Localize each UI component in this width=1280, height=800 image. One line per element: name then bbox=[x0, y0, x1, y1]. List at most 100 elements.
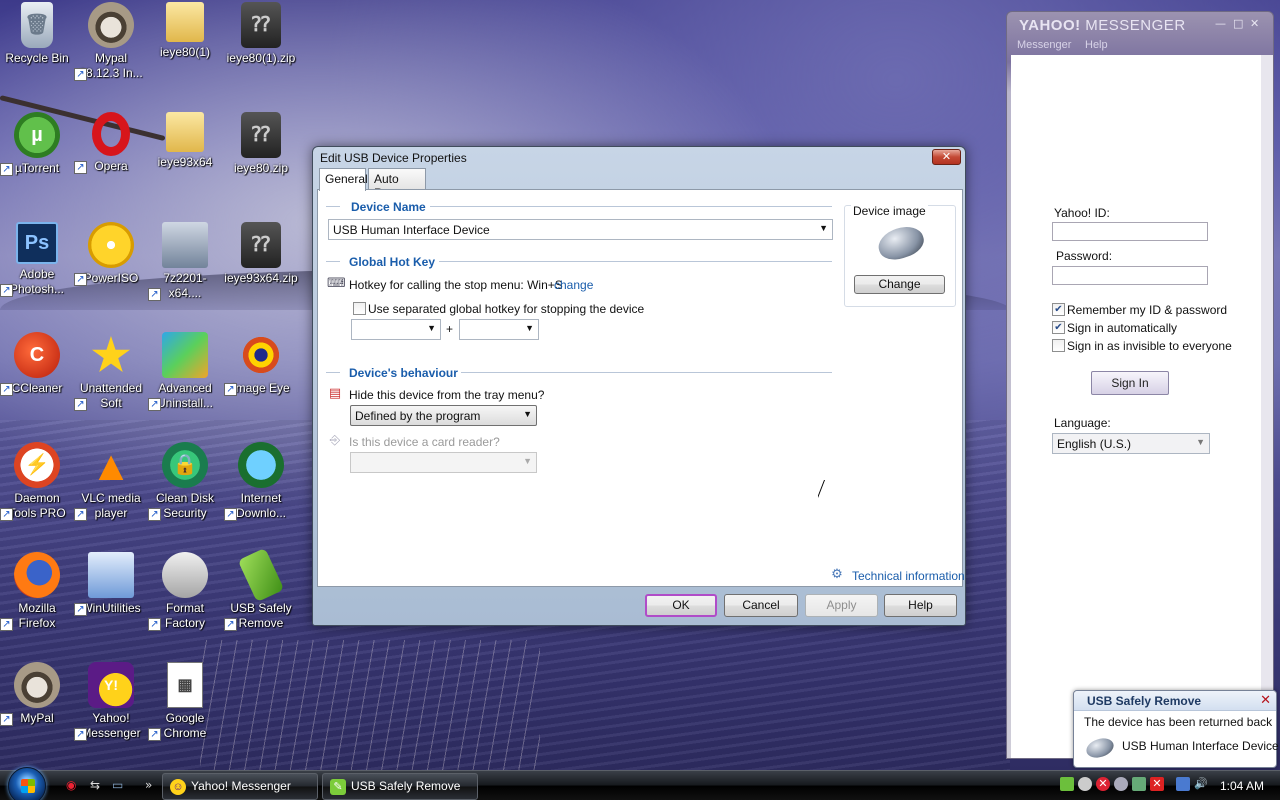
yahoo-id-input[interactable] bbox=[1052, 222, 1208, 241]
change-image-button[interactable]: Change bbox=[854, 275, 945, 294]
sign-in-button[interactable]: Sign In bbox=[1091, 371, 1169, 395]
task-yahoo-messenger[interactable]: ☺ Yahoo! Messenger bbox=[162, 773, 318, 800]
help-button[interactable]: Help bbox=[884, 594, 957, 617]
folder-icon bbox=[166, 2, 204, 42]
shortcut-arrow-icon: ↗ bbox=[0, 713, 13, 726]
desktop-icon[interactable]: ↗ Internet Downlo... bbox=[224, 442, 298, 521]
dialog-close-button[interactable]: ✕ bbox=[932, 149, 961, 165]
shortcut-arrow-icon: ↗ bbox=[148, 728, 161, 741]
desktop-icon[interactable]: µ ↗ µTorrent bbox=[0, 112, 74, 176]
desktop-icon[interactable]: 🔒 ↗ Clean Disk Security bbox=[148, 442, 222, 521]
chevron-down-icon: ▼ bbox=[523, 409, 532, 419]
antivirus-tray-icon[interactable]: ✕ bbox=[1096, 777, 1110, 791]
desktop-icon[interactable]: ↗ USB Safely Remove bbox=[224, 547, 298, 631]
desktop-icon[interactable]: ↗ Opera bbox=[74, 112, 148, 174]
desktop-icon[interactable]: ⁇ ieye80.zip bbox=[224, 112, 298, 176]
desktop-icon[interactable]: C ↗ CCleaner bbox=[0, 332, 74, 396]
minus-tray-icon[interactable] bbox=[1078, 777, 1092, 791]
start-button[interactable] bbox=[8, 767, 46, 800]
ok-button[interactable]: OK bbox=[645, 594, 717, 617]
device-name-combo[interactable]: USB Human Interface Device ▼ bbox=[328, 219, 833, 240]
desktop-icon[interactable]: Ps ↗ Adobe Photosh... bbox=[0, 222, 74, 297]
firefox-icon bbox=[14, 552, 60, 598]
global-hotkey-heading: Global Hot Key bbox=[349, 255, 436, 269]
auto-signin-checkbox[interactable]: ✔ bbox=[1052, 321, 1065, 334]
desktop-icon[interactable]: ★ ↗ Unattended Soft bbox=[74, 332, 148, 411]
task-usb-safely-remove[interactable]: ✎ USB Safely Remove bbox=[322, 773, 478, 800]
chevron-down-icon: ▼ bbox=[525, 323, 534, 333]
switch-windows-icon[interactable]: ▭ bbox=[112, 778, 123, 792]
yahoo-title: YAHOO! MESSENGER bbox=[1019, 17, 1186, 34]
desktop-icon[interactable]: ↗ Advanced Uninstall... bbox=[148, 332, 222, 411]
hotkey-change-link[interactable]: change bbox=[554, 278, 593, 292]
mouse-device-icon bbox=[874, 221, 928, 265]
tab-general[interactable]: General bbox=[319, 168, 368, 191]
desktop-icon[interactable]: ieye80(1) bbox=[148, 2, 222, 60]
desktop-icon-label: ieye93x64 bbox=[157, 155, 213, 169]
desktop-icon[interactable]: ↗ WinUtilities bbox=[74, 552, 148, 616]
apply-button[interactable]: Apply bbox=[805, 594, 878, 617]
hotkey-key-select[interactable]: ▼ bbox=[459, 319, 539, 340]
folder-icon bbox=[166, 112, 204, 152]
opera-quicklaunch-icon[interactable]: ◉ bbox=[66, 778, 76, 792]
desktop-quicklaunch-icon[interactable]: ⇆ bbox=[90, 778, 100, 792]
desktop-icon[interactable]: ⁇ ieye93x64.zip bbox=[224, 222, 298, 286]
technical-information-link[interactable]: Technical information bbox=[852, 569, 965, 583]
desktop-icon[interactable]: ↗ 7z2201-x64.... bbox=[148, 222, 222, 301]
shortcut-arrow-icon: ↗ bbox=[74, 161, 87, 174]
edit-usb-device-dialog: Edit USB Device Properties ✕ General Aut… bbox=[312, 146, 966, 626]
language-label: Language: bbox=[1054, 416, 1111, 430]
uninstaller-icon bbox=[162, 332, 208, 378]
photoshop-icon: Ps bbox=[16, 222, 58, 264]
tab-auto-run[interactable]: Auto Run bbox=[368, 168, 426, 200]
remember-checkbox[interactable]: ✔ bbox=[1052, 303, 1065, 316]
display-tray-icon[interactable] bbox=[1176, 777, 1190, 791]
menu-messenger[interactable]: Messenger bbox=[1017, 39, 1071, 51]
shortcut-arrow-icon: ↗ bbox=[148, 398, 161, 411]
minimize-button[interactable]: — bbox=[1215, 17, 1226, 30]
desktop-icon[interactable]: ↗ Image Eye bbox=[224, 332, 298, 396]
network-tray-icon[interactable] bbox=[1114, 777, 1128, 791]
quicklaunch-more-icon[interactable]: » bbox=[145, 778, 152, 792]
yahoo-scrollbar[interactable] bbox=[1261, 55, 1273, 758]
desktop-icon[interactable]: ↗ Format Factory bbox=[148, 552, 222, 631]
desktop-icon[interactable]: ↗ MyPal bbox=[0, 662, 74, 726]
desktop-icon[interactable]: ↗ Mozilla Firefox bbox=[0, 552, 74, 631]
language-select[interactable]: English (U.S.) ▼ bbox=[1052, 433, 1210, 454]
desktop-icon[interactable]: ↗ PowerISO bbox=[74, 222, 148, 286]
maximize-button[interactable]: □ bbox=[1233, 17, 1243, 30]
desktop-icon[interactable]: ↗ Mypal 68.12.3 In... bbox=[74, 2, 148, 81]
winutilities-icon bbox=[88, 552, 134, 598]
invisible-checkbox[interactable] bbox=[1052, 339, 1065, 352]
desktop-icon[interactable]: ▦ ↗ Google Chrome bbox=[148, 662, 222, 741]
desktop-icon[interactable]: ▲ ↗ VLC media player bbox=[74, 442, 148, 521]
clock[interactable]: 1:04 AM bbox=[1220, 779, 1264, 793]
desktop-icon[interactable]: 🗑 Recycle Bin bbox=[0, 2, 74, 66]
desktop-icon[interactable]: ⁇ ieye80(1).zip bbox=[224, 2, 298, 66]
menu-help[interactable]: Help bbox=[1085, 39, 1108, 51]
shortcut-arrow-icon: ↗ bbox=[0, 383, 13, 396]
cancel-button[interactable]: Cancel bbox=[724, 594, 798, 617]
desktop-icon[interactable]: Y! ↗ Yahoo! Messenger bbox=[74, 662, 148, 741]
zip-archive-icon: ⁇ bbox=[241, 222, 281, 268]
hide-from-tray-select[interactable]: Defined by the program ▼ bbox=[350, 405, 537, 426]
card-reader-select[interactable]: ▼ bbox=[350, 452, 537, 473]
divider bbox=[326, 372, 340, 373]
yahoo-login-panel: Yahoo! ID: Password: ✔ Remember my ID & … bbox=[1011, 55, 1265, 758]
usb-icon bbox=[237, 547, 285, 603]
speech-tray-icon[interactable] bbox=[1132, 777, 1146, 791]
notification-close-button[interactable]: ✕ bbox=[1260, 693, 1271, 708]
password-input[interactable] bbox=[1052, 266, 1208, 285]
hotkey-modifier-select[interactable]: ▼ bbox=[351, 319, 441, 340]
desktop-icon[interactable]: ieye93x64 bbox=[148, 112, 222, 170]
separate-hotkey-checkbox[interactable] bbox=[353, 302, 366, 315]
error-tray-icon[interactable]: ✕ bbox=[1150, 777, 1164, 791]
notification-device[interactable]: USB Human Interface Device bbox=[1122, 739, 1279, 753]
close-button[interactable]: ✕ bbox=[1250, 17, 1259, 30]
shortcut-arrow-icon: ↗ bbox=[0, 163, 13, 176]
usb-tray-icon[interactable] bbox=[1060, 777, 1074, 791]
volume-tray-icon[interactable]: 🔊 bbox=[1194, 777, 1208, 791]
star-icon: ★ bbox=[91, 330, 131, 380]
desktop-icon[interactable]: ⚡ ↗ Daemon Tools PRO bbox=[0, 442, 74, 521]
keyboard-icon: ⌨ bbox=[327, 276, 346, 291]
